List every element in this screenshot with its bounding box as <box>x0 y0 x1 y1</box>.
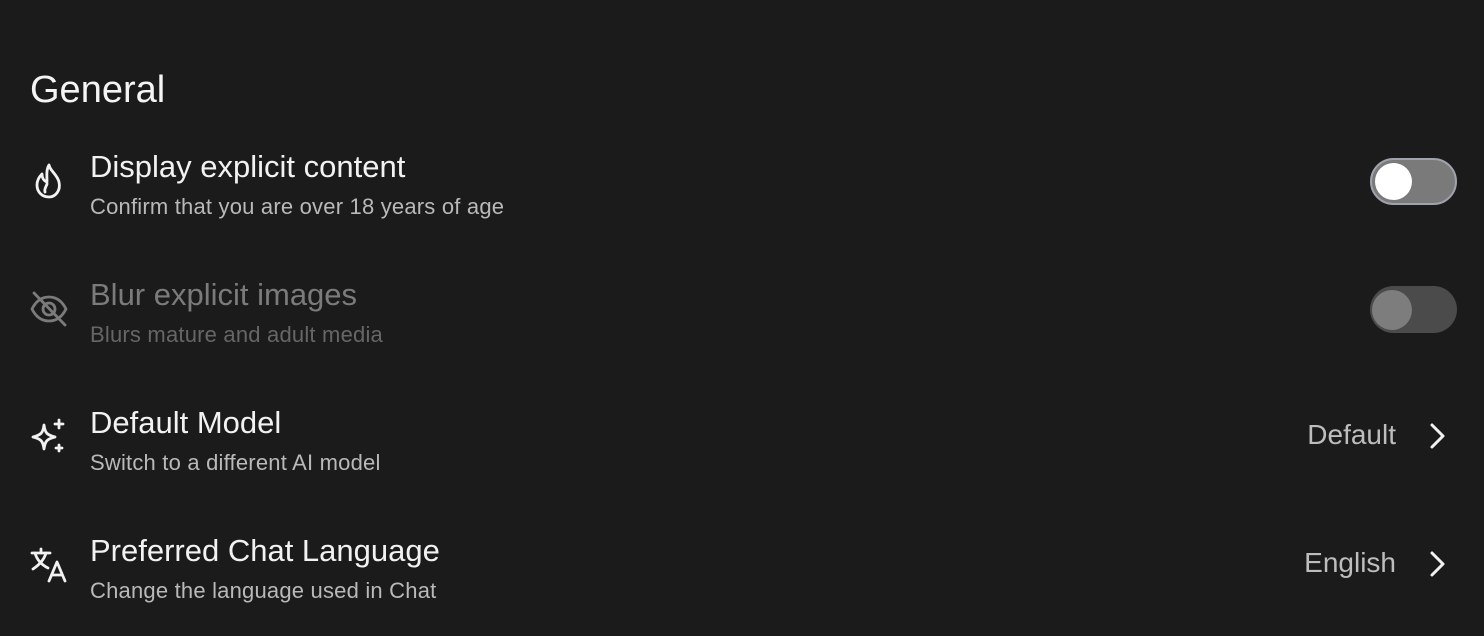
setting-title: Display explicit content <box>90 149 406 184</box>
chevron-right-icon <box>1430 423 1445 449</box>
setting-subtitle: Change the language used in Chat <box>90 578 437 603</box>
section-title: General <box>30 69 166 111</box>
sparkles-icon <box>28 416 70 458</box>
toggle-knob <box>1375 163 1412 200</box>
translate-icon <box>28 544 70 586</box>
setting-subtitle: Blurs mature and adult media <box>90 322 383 347</box>
toggle-knob <box>1372 290 1412 330</box>
setting-title: Blur explicit images <box>90 277 358 312</box>
setting-row-preferred-chat-language[interactable]: Preferred Chat Language Change the langu… <box>0 518 1484 614</box>
setting-row-default-model[interactable]: Default Model Switch to a different AI m… <box>0 390 1484 486</box>
flame-icon <box>28 160 70 202</box>
display-explicit-content-toggle[interactable] <box>1370 158 1457 205</box>
preferred-chat-language-value: English <box>1304 547 1396 578</box>
blur-explicit-images-toggle[interactable] <box>1370 286 1457 333</box>
eye-off-icon <box>28 288 70 330</box>
setting-row-display-explicit-content[interactable]: Display explicit content Confirm that yo… <box>0 134 1484 230</box>
settings-page: General Display explicit content Confirm… <box>0 0 1484 636</box>
chevron-right-icon <box>1430 551 1445 577</box>
default-model-value: Default <box>1307 419 1396 450</box>
setting-title: Preferred Chat Language <box>90 533 440 568</box>
setting-title: Default Model <box>90 405 282 440</box>
setting-row-blur-explicit-images[interactable]: Blur explicit images Blurs mature and ad… <box>0 262 1484 358</box>
setting-subtitle: Confirm that you are over 18 years of ag… <box>90 194 505 219</box>
setting-subtitle: Switch to a different AI model <box>90 450 381 475</box>
